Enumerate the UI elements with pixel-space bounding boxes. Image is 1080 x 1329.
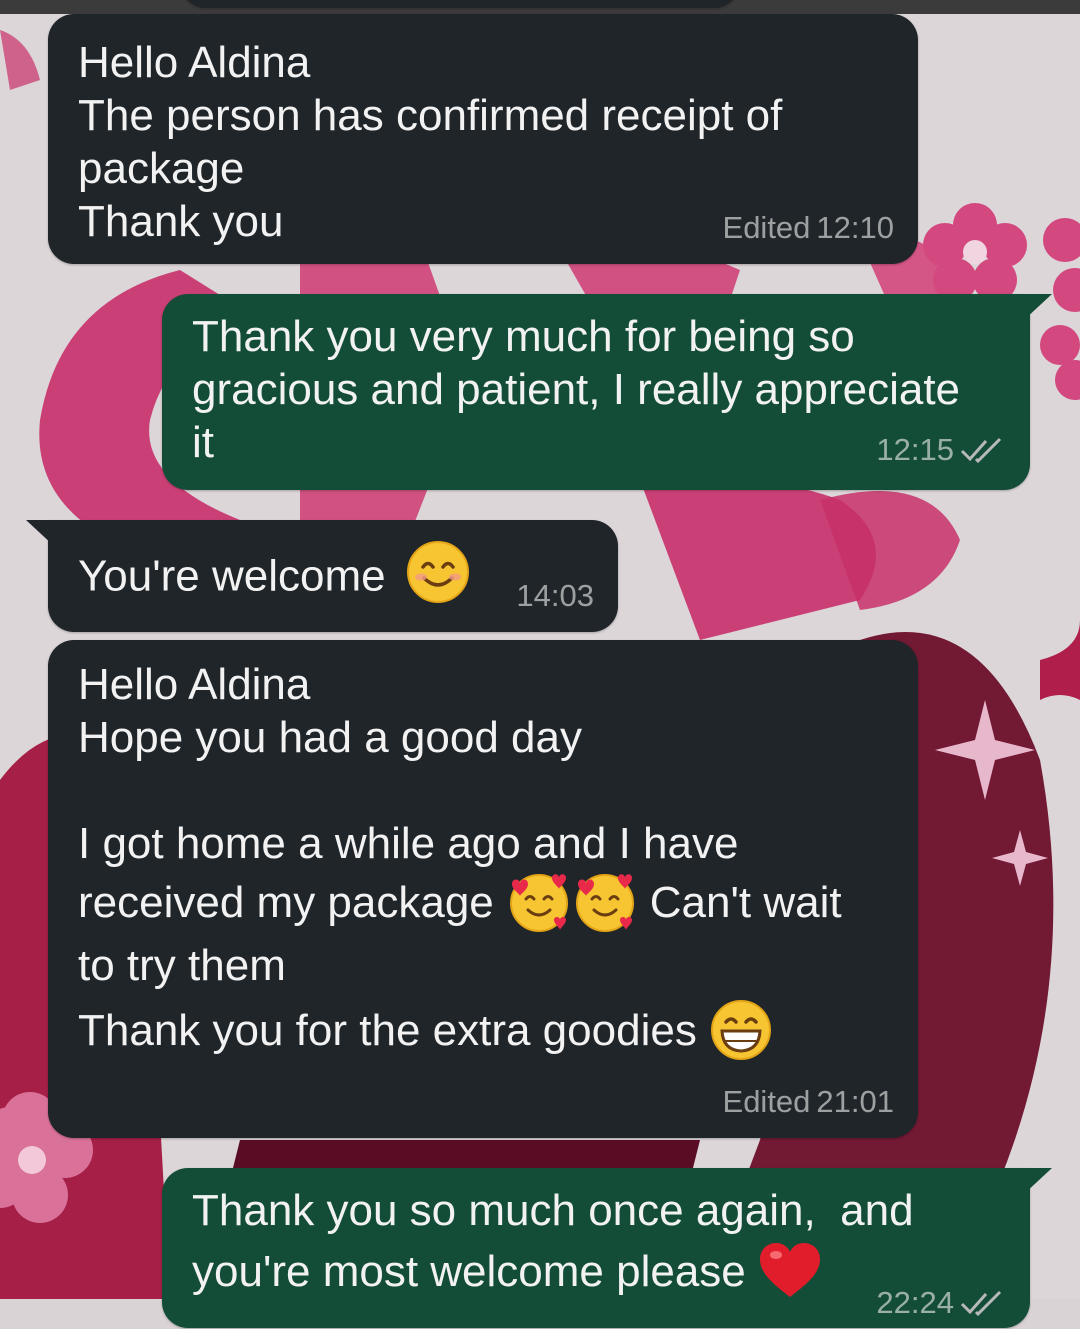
message-time: 12:15 (876, 432, 954, 467)
message-text-line: Thank you so much once again, and (192, 1186, 914, 1235)
smiling-face-with-hearts-icon (575, 874, 634, 932)
message-text-line: Thank you very much for being so (192, 312, 855, 361)
message-bubble-outgoing[interactable]: Thank you so much once again, and you're… (162, 1168, 1030, 1328)
message-bubble-incoming[interactable]: Hello Aldina The person has confirmed re… (48, 14, 918, 264)
message-text-line: package (78, 144, 245, 193)
grinning-face-icon (710, 1000, 771, 1060)
message-text-line: gracious and patient, I really appreciat… (192, 365, 961, 414)
message-text-line: The person has confirmed receipt of (78, 91, 783, 140)
message-text-line: Hope you had a good day (78, 713, 582, 762)
bubble-tail-outgoing (1024, 294, 1052, 320)
smiling-face-with-hearts-icon (509, 874, 568, 932)
message-meta: 12:15 (876, 423, 1006, 476)
previous-message-bubble-edge (180, 0, 740, 8)
message-time: 12:10 (816, 210, 894, 245)
message-bubble-incoming[interactable]: You're welcome 14:03 (48, 520, 618, 632)
red-heart-icon (759, 1243, 820, 1297)
message-meta: 22:24 (876, 1276, 1006, 1329)
message-text-line: Hello Aldina (78, 38, 311, 87)
message-text-segment: Can't wait (649, 877, 842, 927)
message-text-segment: Thank you for the extra goodies (78, 1005, 697, 1055)
message-text-line: Thank you for the extra goodies (78, 998, 888, 1062)
message-text-segment: received my package (78, 877, 494, 927)
message-meta: Edited 21:01 (723, 1075, 894, 1128)
message-meta: 14:03 (516, 569, 594, 622)
message-meta: Edited 12:10 (723, 201, 894, 254)
chat-message-list[interactable]: Hello Aldina The person has confirmed re… (0, 0, 1080, 1328)
edited-label: Edited (722, 210, 811, 245)
message-time: 14:03 (516, 578, 594, 613)
message-text-line (78, 764, 888, 817)
message-bubble-outgoing[interactable]: Thank you very much for being so graciou… (162, 294, 1030, 490)
message-text-line: to try them (78, 941, 286, 990)
message-text: You're welcome (78, 551, 386, 601)
double-check-icon (960, 437, 1002, 463)
message-bubble-incoming[interactable]: Hello Aldina Hope you had a good day I g… (48, 640, 918, 1138)
message-time: 21:01 (816, 1084, 894, 1119)
bubble-tail-incoming (26, 520, 54, 546)
bubble-tail-outgoing (1024, 1168, 1052, 1194)
smiling-face-icon (406, 541, 469, 603)
edited-label: Edited (722, 1084, 811, 1119)
message-time: 22:24 (876, 1285, 954, 1320)
double-check-icon (960, 1290, 1002, 1316)
message-text-line: I got home a while ago and I have (78, 819, 739, 868)
message-text-line: Hello Aldina (78, 660, 311, 709)
message-text-line: received my package Can't wait (78, 870, 888, 934)
message-text-segment: you're most welcome please (192, 1246, 746, 1296)
